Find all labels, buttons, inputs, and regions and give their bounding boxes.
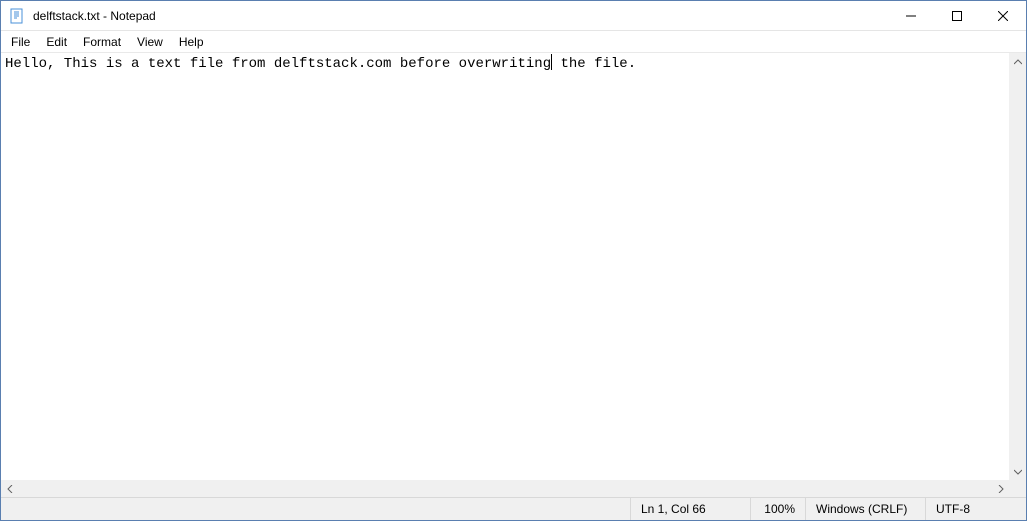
minimize-icon [906, 11, 916, 21]
scroll-corner [1009, 480, 1026, 497]
horizontal-scrollbar[interactable] [1, 480, 1009, 497]
status-encoding: UTF-8 [926, 498, 1026, 520]
scroll-up-arrow-icon[interactable] [1009, 53, 1026, 70]
status-spacer [1, 498, 631, 520]
text-area[interactable]: Hello, This is a text file from delftsta… [1, 53, 1026, 497]
menu-file[interactable]: File [3, 33, 38, 51]
text-before-caret: Hello, This is a text file from delftsta… [5, 56, 551, 72]
scroll-left-arrow-icon[interactable] [1, 480, 18, 497]
menu-edit[interactable]: Edit [38, 33, 75, 51]
text-after-caret: the file. [552, 56, 636, 72]
minimize-button[interactable] [888, 1, 934, 30]
statusbar: Ln 1, Col 66 100% Windows (CRLF) UTF-8 [1, 497, 1026, 520]
vertical-scrollbar[interactable] [1009, 53, 1026, 480]
status-line-ending: Windows (CRLF) [806, 498, 926, 520]
text-content[interactable]: Hello, This is a text file from delftsta… [1, 53, 1026, 75]
menubar: File Edit Format View Help [1, 31, 1026, 53]
maximize-icon [952, 11, 962, 21]
close-icon [998, 11, 1008, 21]
vertical-scroll-track[interactable] [1009, 70, 1026, 463]
close-button[interactable] [980, 1, 1026, 30]
maximize-button[interactable] [934, 1, 980, 30]
text-caret [551, 54, 552, 70]
notepad-window: delftstack.txt - Notepad File Edit [0, 0, 1027, 521]
window-title: delftstack.txt - Notepad [31, 9, 888, 23]
menu-help[interactable]: Help [171, 33, 212, 51]
menu-view[interactable]: View [129, 33, 171, 51]
scroll-down-arrow-icon[interactable] [1009, 463, 1026, 480]
window-controls [888, 1, 1026, 30]
menu-format[interactable]: Format [75, 33, 129, 51]
status-position: Ln 1, Col 66 [631, 498, 751, 520]
horizontal-scroll-track[interactable] [18, 480, 992, 497]
titlebar: delftstack.txt - Notepad [1, 1, 1026, 31]
notepad-icon [9, 8, 25, 24]
scroll-right-arrow-icon[interactable] [992, 480, 1009, 497]
status-zoom: 100% [751, 498, 806, 520]
